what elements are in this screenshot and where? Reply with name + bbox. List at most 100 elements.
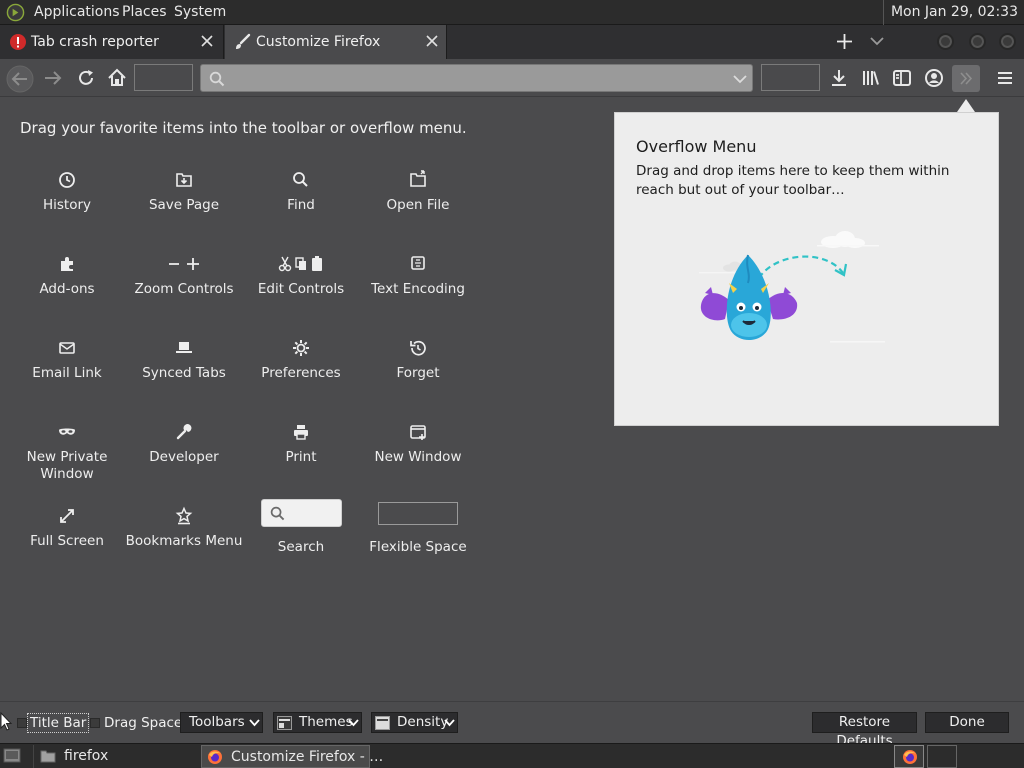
clock-icon bbox=[59, 172, 75, 188]
tab-customize-firefox[interactable]: Customize Firefox bbox=[225, 25, 447, 59]
palette-label: Forget bbox=[396, 365, 440, 381]
mouse-cursor-icon bbox=[0, 711, 13, 731]
palette-item-text-encoding[interactable]: Text Encoding bbox=[359, 253, 477, 298]
toolbars-label: Toolbars bbox=[189, 714, 245, 730]
palette-item-preferences[interactable]: Preferences bbox=[242, 337, 360, 382]
hamburger-menu-icon[interactable] bbox=[994, 67, 1016, 89]
palette-item-bookmarks-menu[interactable]: Bookmarks Menu bbox=[125, 505, 243, 550]
customize-footer: Title Bar Drag Space Toolbars Themes Den… bbox=[0, 701, 1024, 749]
palette-label: New Window bbox=[374, 449, 462, 465]
download-icon[interactable] bbox=[828, 67, 850, 89]
bookmarks-menu-icon bbox=[175, 506, 193, 525]
gear-icon bbox=[293, 340, 309, 356]
forward-arrow-icon[interactable] bbox=[42, 67, 64, 89]
close-icon[interactable] bbox=[199, 33, 215, 49]
zoom-icon bbox=[169, 258, 199, 270]
palette-item-add-ons[interactable]: Add-ons bbox=[8, 253, 126, 298]
maximize-button[interactable] bbox=[969, 33, 986, 50]
restore-defaults-button[interactable]: Restore Defaults bbox=[812, 712, 917, 749]
palette-item-edit-controls[interactable]: Edit Controls bbox=[242, 253, 360, 298]
cloud-icon bbox=[817, 231, 879, 248]
drag-space-label[interactable]: Drag Space bbox=[104, 715, 182, 731]
palette-item-find[interactable]: Find bbox=[242, 169, 360, 214]
overflow-panel[interactable]: Overflow Menu Drag and drop items here t… bbox=[614, 112, 999, 426]
menu-places[interactable]: Places bbox=[122, 0, 167, 25]
palette-item-synced-tabs[interactable]: Synced Tabs bbox=[125, 337, 243, 382]
top-panel: Applications Places System Mon Jan 29, 0… bbox=[0, 0, 1024, 25]
library-icon[interactable] bbox=[860, 67, 882, 89]
palette-item-developer[interactable]: Developer bbox=[125, 421, 243, 466]
sidebar-icon[interactable] bbox=[891, 67, 913, 89]
reload-icon[interactable] bbox=[75, 67, 97, 89]
firefox-icon bbox=[903, 750, 917, 764]
folder-icon bbox=[40, 750, 56, 763]
palette-item-save-page[interactable]: Save Page bbox=[125, 169, 243, 214]
gnome-foot-icon[interactable] bbox=[6, 3, 25, 22]
palette-item-flexible-space[interactable]: Flexible Space bbox=[359, 499, 477, 556]
title-bar-checkbox[interactable] bbox=[17, 718, 27, 728]
palette-label: Preferences bbox=[261, 365, 341, 381]
palette-item-print[interactable]: Print bbox=[242, 421, 360, 466]
spacer-placeholder-right[interactable] bbox=[761, 64, 820, 91]
palette-item-history[interactable]: History bbox=[8, 169, 126, 214]
palette-item-open-file[interactable]: Open File bbox=[359, 169, 477, 214]
palette-label: Save Page bbox=[148, 197, 220, 213]
palette-label: Zoom Controls bbox=[134, 281, 234, 297]
wrench-icon bbox=[176, 424, 192, 440]
url-bar[interactable] bbox=[200, 64, 753, 92]
palette-item-full-screen[interactable]: Full Screen bbox=[8, 505, 126, 550]
dragon-mascot-illustration bbox=[699, 231, 885, 343]
chevron-down-icon[interactable] bbox=[733, 74, 747, 84]
close-icon[interactable] bbox=[424, 33, 440, 49]
palette-item-email-link[interactable]: Email Link bbox=[8, 337, 126, 382]
spacer-placeholder-left[interactable] bbox=[134, 64, 193, 91]
palette-item-search[interactable]: Search bbox=[242, 499, 360, 556]
title-bar-label[interactable]: Title Bar bbox=[27, 713, 90, 733]
close-window-button[interactable] bbox=[999, 33, 1016, 50]
account-icon[interactable] bbox=[923, 67, 945, 89]
palette-label: History bbox=[42, 197, 92, 213]
search-icon bbox=[209, 71, 225, 87]
taskbar-item-firefox-folder[interactable]: firefox bbox=[33, 745, 198, 768]
workspace-switcher-2[interactable] bbox=[927, 745, 957, 768]
edit-controls-icon bbox=[278, 256, 322, 272]
minimize-button[interactable] bbox=[937, 33, 954, 50]
overflow-menu-button[interactable] bbox=[952, 65, 980, 92]
done-button[interactable]: Done bbox=[925, 712, 1009, 733]
back-arrow-icon[interactable] bbox=[6, 65, 34, 93]
navigation-toolbar bbox=[0, 59, 1024, 97]
open-file-icon bbox=[410, 170, 426, 187]
save-page-icon bbox=[176, 173, 192, 187]
crash-warning-icon bbox=[10, 34, 26, 50]
taskbar-item-customize-firefox[interactable]: Customize Firefox - … bbox=[201, 745, 383, 768]
overflow-description: Drag and drop items here to keep them wi… bbox=[636, 163, 950, 198]
chevron-down-icon bbox=[249, 719, 260, 727]
search-box-icon bbox=[260, 499, 342, 527]
home-icon[interactable] bbox=[106, 67, 128, 89]
mask-icon bbox=[59, 428, 75, 435]
palette-item-new-window[interactable]: New Window bbox=[359, 421, 477, 466]
palette-item-new-private-window[interactable]: New Private Window bbox=[8, 421, 126, 483]
toolbars-menu-button[interactable]: Toolbars bbox=[180, 712, 263, 733]
themes-menu-button[interactable]: Themes bbox=[273, 712, 362, 733]
new-window-icon bbox=[410, 425, 426, 440]
envelope-icon bbox=[59, 342, 75, 354]
tab-crash-reporter[interactable]: Tab crash reporter bbox=[0, 25, 224, 59]
chevron-down-icon[interactable] bbox=[870, 36, 884, 46]
palette-label: Bookmarks Menu bbox=[125, 533, 243, 549]
palette-label: Full Screen bbox=[30, 533, 104, 549]
palette-item-zoom-controls[interactable]: Zoom Controls bbox=[125, 253, 243, 298]
palette-label: Email Link bbox=[32, 365, 102, 381]
workspace-switcher[interactable] bbox=[894, 745, 924, 768]
taskbar-label: Customize Firefox - … bbox=[231, 749, 384, 765]
clock[interactable]: Mon Jan 29, 02:33 bbox=[882, 0, 1024, 25]
new-tab-plus-icon[interactable] bbox=[836, 33, 853, 50]
menu-system[interactable]: System bbox=[174, 0, 226, 25]
palette-label: Text Encoding bbox=[371, 281, 465, 297]
drag-space-checkbox[interactable] bbox=[90, 718, 100, 728]
show-desktop-icon[interactable] bbox=[3, 748, 21, 764]
density-menu-button[interactable]: Density bbox=[371, 712, 458, 733]
text-encoding-icon bbox=[411, 256, 425, 270]
palette-item-forget[interactable]: Forget bbox=[359, 337, 477, 382]
menu-applications[interactable]: Applications bbox=[34, 0, 120, 25]
